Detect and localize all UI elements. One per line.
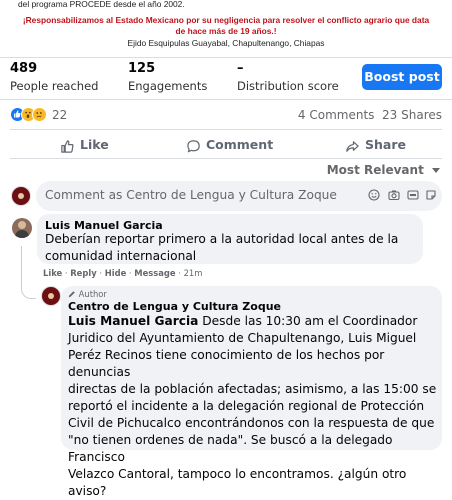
author-badge: Author	[68, 289, 107, 299]
comment-icon	[187, 140, 200, 153]
comment-timestamp[interactable]: 21m	[184, 268, 203, 278]
camera-icon[interactable]	[388, 189, 400, 201]
post-alert-line-b: de hace más de 19 años.!	[175, 26, 277, 36]
comment-hide-link[interactable]: Hide	[105, 268, 127, 278]
comment-text-fragment: Desde las 10:30 am el Coordinador	[198, 314, 418, 328]
comments-shares-count[interactable]: 4 Comments 23 Shares	[298, 108, 442, 122]
page-avatar[interactable]	[41, 286, 61, 306]
comment-text-line: Juridico del Ayuntamiento de Chapultenan…	[68, 331, 417, 345]
avatar[interactable]	[12, 218, 32, 238]
people-reached-label: People reached	[10, 79, 99, 93]
sticker-icon[interactable]	[425, 189, 437, 201]
divider	[10, 158, 442, 159]
share-label: Share	[365, 137, 406, 152]
comment-text-line: reportó el incidente a la delegación reg…	[68, 399, 425, 413]
share-button[interactable]: Share	[345, 137, 406, 157]
post-text: del programa PROCEDE desde el año 2002. …	[0, 0, 452, 56]
sad-icon	[32, 107, 47, 122]
gif-icon[interactable]	[407, 189, 419, 201]
comment-text-line: comunidad internacional	[45, 249, 197, 263]
comment-author[interactable]: Centro de Lengua y Cultura Zoque	[68, 300, 281, 313]
comment-text-line: Deberían reportar primero a la autoridad…	[45, 232, 399, 246]
post-alert-line-a: ¡Responsabilizamos al Estado Mexicano po…	[22, 15, 430, 25]
thumbs-up-icon	[61, 140, 74, 153]
distribution-score-label: Distribution score	[237, 79, 339, 93]
emoji-icon[interactable]	[368, 189, 380, 201]
comment-bubble: Luis Manuel Garcia Deberían reportar pri…	[37, 214, 423, 264]
comment-input[interactable]: Comment as Centro de Lengua y Cultura Zo…	[36, 181, 442, 211]
like-label: Like	[80, 137, 109, 152]
engagements-label: Engagements	[128, 79, 208, 93]
chevron-down-icon	[432, 168, 440, 173]
post-alert-text: ¡Responsabilizamos al Estado Mexicano po…	[0, 15, 452, 37]
comment-text: Deberían reportar primero a la autoridad…	[45, 231, 398, 265]
comment-text: Luis Manuel Garcia Desde las 10:30 am el…	[68, 313, 440, 500]
reactions-count[interactable]: 22	[52, 108, 67, 122]
post-line-1: del programa PROCEDE desde el año 2002.	[18, 0, 185, 9]
boost-post-button[interactable]: Boost post	[362, 64, 442, 90]
comment-text-line: Velazco Cantoral, tampoco lo encontramos…	[68, 467, 407, 498]
author-badge-label: Author	[78, 289, 107, 299]
comment-label: Comment	[206, 137, 274, 152]
mention-link[interactable]: Luis Manuel Garcia	[68, 314, 198, 328]
sort-dropdown[interactable]: Most Relevant	[327, 163, 440, 177]
divider	[0, 57, 452, 58]
like-button[interactable]: Like	[60, 137, 120, 157]
comment-text-line: directas de la población afectadas; asim…	[68, 382, 437, 396]
post-signature: Ejido Esquipulas Guayabal, Chapultenango…	[127, 38, 325, 48]
people-reached-value: 489	[10, 61, 38, 76]
thread-connector	[21, 246, 36, 299]
comment-message-link[interactable]: Message	[134, 268, 175, 278]
comment-like-link[interactable]: Like	[43, 268, 62, 278]
sort-label: Most Relevant	[326, 163, 424, 177]
divider	[10, 129, 442, 130]
reply-bubble: Author Centro de Lengua y Cultura Zoque …	[61, 286, 442, 498]
engagements-value: 125	[128, 61, 156, 76]
comment-text-line: Luis Manuel Garcia Desde las 10:30 am el…	[68, 313, 440, 330]
comment-button[interactable]: Comment	[186, 137, 276, 157]
comment-placeholder: Comment as Centro de Lengua y Cultura Zo…	[45, 188, 337, 202]
comment-text-line: Peréz Recinos tiene conocimiento de los …	[68, 348, 385, 379]
pencil-icon	[68, 291, 75, 298]
distribution-score-value: –	[237, 61, 244, 76]
comment-text-line: Civil de Pichucalco encontrándonos con l…	[68, 416, 435, 430]
comment-actions: Like · Reply · Hide · Message · 21m	[43, 268, 203, 278]
page-avatar[interactable]	[11, 186, 31, 206]
share-arrow-icon	[346, 141, 359, 152]
divider	[0, 99, 452, 100]
comment-reply-link[interactable]: Reply	[70, 268, 96, 278]
comment-text-line: "no tienen ordenes de nada". Se buscó a …	[68, 433, 393, 464]
